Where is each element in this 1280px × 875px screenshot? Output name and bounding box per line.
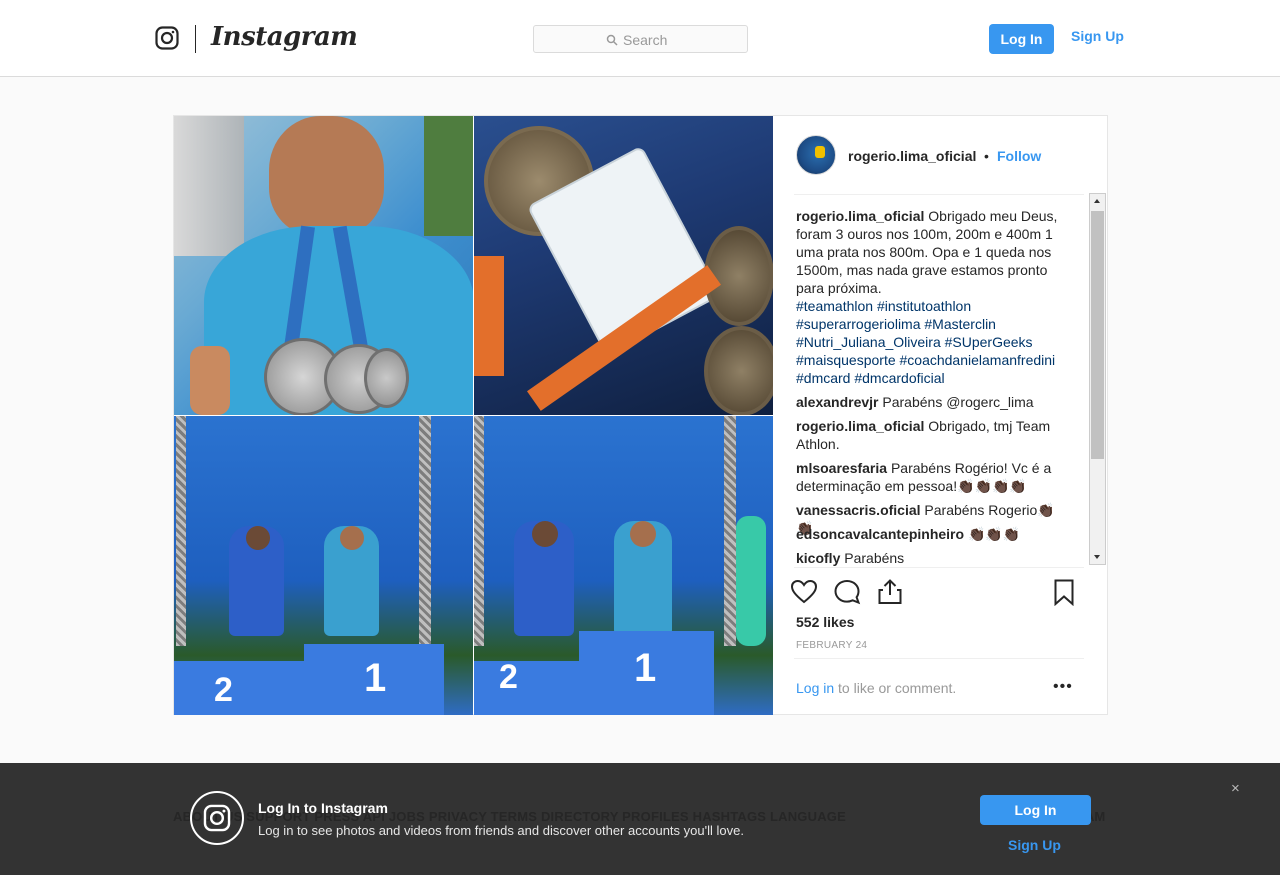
photo-tile-podium-left: 2 1 [174,416,473,715]
comment-username[interactable]: kicofly [796,550,840,566]
login-to-comment-prompt: Log in to like or comment. [796,680,956,696]
search-icon [606,34,618,46]
banner-signup-link[interactable]: Sign Up [1008,837,1061,853]
comment-text: Parabéns [844,550,905,566]
scroll-down-arrow-icon[interactable] [1090,549,1105,564]
comment-username[interactable]: edsoncavalcantepinheiro [796,526,964,542]
close-icon[interactable]: × [1231,780,1240,797]
login-prompt-text: to like or comment. [834,680,957,696]
divider [794,194,1084,195]
comment-item: edsoncavalcantepinheiro 👏🏿👏🏿👏🏿 [796,525,1066,543]
comment-username[interactable]: rogerio.lima_oficial [796,418,924,434]
comment-item: alexandrevjr Parabéns @rogerc_lima [796,393,1066,411]
post-header: rogerio.lima_oficial • Follow [773,116,1108,194]
photo-tile-selfie [174,116,473,415]
search-placeholder: Search [623,32,668,48]
comment-username[interactable]: alexandrevjr [796,394,879,410]
comment-username[interactable]: vanessacris.oficial [796,502,921,518]
scrollbar-thumb[interactable] [1091,211,1104,459]
top-navbar: Instagram Search Log In Sign Up [0,0,1280,77]
separator-dot: • [984,148,989,164]
caption: rogerio.lima_oficial Obrigado meu Deus, … [796,207,1066,387]
post-date[interactable]: FEBRUARY 24 [796,640,867,651]
share-icon[interactable] [876,578,904,606]
signup-link[interactable]: Sign Up [1071,28,1124,44]
post-image-collage[interactable]: 2 1 2 1 [174,116,773,715]
banner-login-button[interactable]: Log In [980,795,1091,825]
post-username[interactable]: rogerio.lima_oficial [848,148,976,164]
instagram-camera-icon[interactable] [155,26,179,50]
scroll-up-arrow-icon[interactable] [1090,194,1105,209]
search-input[interactable]: Search [533,25,748,53]
follow-button[interactable]: Follow [997,148,1041,164]
banner-title: Log In to Instagram [258,800,388,816]
comment-text: Parabéns @rogerc_lima [882,394,1034,410]
comment-item: kicofly Parabéns [796,549,1066,567]
login-banner: ABOUT US SUPPORT PRESS API JOBS PRIVACY … [0,763,1280,875]
comment-username[interactable]: mlsoaresfaria [796,460,887,476]
post-card: 2 1 2 1 rogerio.lima_oficial • Follow ro… [173,115,1108,715]
post-sidebar: rogerio.lima_oficial • Follow rogerio.li… [773,116,1108,715]
comments-list[interactable]: rogerio.lima_oficial Obrigado meu Deus, … [773,196,1108,568]
login-link[interactable]: Log in [796,680,834,696]
photo-tile-medals [474,116,773,415]
comment-text: 👏🏿👏🏿👏🏿 [967,526,1021,542]
bookmark-icon[interactable] [1050,578,1078,606]
like-count[interactable]: 552 likes [796,614,854,630]
comment-item: rogerio.lima_oficial Obrigado, tmj Team … [796,417,1066,453]
caption-hashtags[interactable]: #teamathlon #institutoathlon #superarrog… [796,297,1066,387]
comment-item: mlsoaresfaria Parabéns Rogério! Vc é a d… [796,459,1066,495]
photo-tile-podium-right: 2 1 [474,416,773,715]
caption-username[interactable]: rogerio.lima_oficial [796,208,924,224]
login-button[interactable]: Log In [989,24,1054,54]
divider [794,567,1084,568]
comment-bubble-icon[interactable] [833,578,861,606]
instagram-wordmark[interactable]: Instagram [211,22,358,52]
comments-scrollbar[interactable] [1089,193,1106,565]
logo-divider [195,25,196,53]
avatar[interactable] [796,135,836,175]
banner-description: Log in to see photos and videos from fri… [258,823,744,838]
divider [794,658,1084,659]
more-options-icon[interactable]: ••• [1053,678,1073,696]
heart-icon[interactable] [790,578,818,606]
instagram-camera-icon [190,791,244,845]
